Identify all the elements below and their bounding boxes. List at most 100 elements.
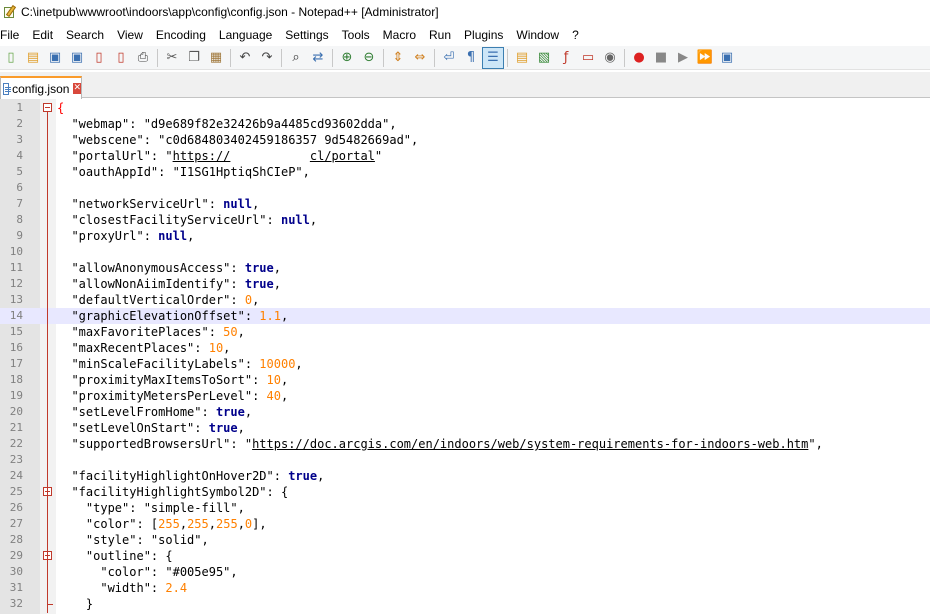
line-number: 12 — [9, 277, 23, 290]
menu-search[interactable]: Search — [64, 28, 110, 42]
code-line[interactable]: 15 "maxFavoritePlaces": 50, — [0, 324, 930, 340]
menu-bar: File Edit Search View Encoding Language Settin… — [0, 25, 930, 45]
code-line[interactable]: 30 "color": "#005e95", — [0, 564, 930, 580]
open-file-button[interactable]: ▤ — [22, 47, 44, 69]
save-all-icon: ▣ — [70, 49, 84, 65]
line-number: 14 — [9, 309, 23, 322]
indent-guide-button[interactable]: ☰ — [482, 46, 504, 69]
print-button[interactable]: ⎙ — [132, 47, 154, 69]
code-line[interactable]: 26 "type": "simple-fill", — [0, 500, 930, 516]
code-text: "proxyUrl": null, — [57, 229, 195, 243]
code-line[interactable]: 1{ — [0, 100, 930, 116]
line-number: 8 — [16, 213, 23, 226]
cut-button[interactable]: ✂ — [161, 47, 183, 69]
undo-button[interactable]: ↶ — [234, 47, 256, 69]
code-line[interactable]: 13 "defaultVerticalOrder": 0, — [0, 292, 930, 308]
close-tab-icon[interactable]: ✕ — [73, 83, 81, 94]
code-line[interactable]: 7 "networkServiceUrl": null, — [0, 196, 930, 212]
close-icon: ▯ — [95, 49, 103, 65]
save-macro-button[interactable]: ▣ — [716, 47, 738, 69]
close-all-icon: ▯ — [117, 49, 125, 65]
user-language-button[interactable]: ▤ — [511, 47, 533, 69]
close-button[interactable]: ▯ — [88, 47, 110, 69]
editor-area[interactable]: 1{2 "webmap": "d9e689f82e32426b9a4485cd9… — [0, 99, 930, 614]
replace-button[interactable]: ⇄ — [307, 47, 329, 69]
copy-button[interactable]: ❐ — [183, 47, 205, 69]
code-text: "outline": { — [57, 549, 173, 563]
code-line[interactable]: 12 "allowNonAiimIdentify": true, — [0, 276, 930, 292]
fold-toggle-icon[interactable] — [43, 103, 52, 112]
doc-map-button[interactable]: ▧ — [533, 47, 555, 69]
code-line[interactable]: 21 "setLevelOnStart": true, — [0, 420, 930, 436]
print-icon: ⎙ — [137, 49, 149, 65]
code-line[interactable]: 14 "graphicElevationOffset": 1.1, — [0, 308, 930, 324]
word-wrap-button[interactable]: ⏎ — [438, 47, 460, 69]
code-line[interactable]: 5 "oauthAppId": "I1SG1HptiqShCIeP", — [0, 164, 930, 180]
code-line[interactable]: 8 "closestFacilityServiceUrl": null, — [0, 212, 930, 228]
play-macro-icon: ▶ — [678, 49, 688, 65]
redo-icon: ↷ — [261, 49, 273, 65]
sync-vertical-button[interactable]: ⇕ — [387, 47, 409, 69]
menu-tools[interactable]: Tools — [340, 28, 376, 42]
zoom-in-button[interactable]: ⊕ — [336, 47, 358, 69]
new-file-button[interactable]: ▯ — [0, 47, 22, 69]
zoom-out-button[interactable]: ⊖ — [358, 47, 380, 69]
menu-help[interactable]: ? — [570, 28, 585, 42]
monitoring-button[interactable]: ◉ — [599, 47, 621, 69]
toolbar-separator — [434, 48, 435, 67]
function-list-button[interactable]: ƒ — [555, 47, 577, 69]
line-number: 20 — [9, 405, 23, 418]
menu-encoding[interactable]: Encoding — [154, 28, 212, 42]
play-macro-button[interactable]: ▶ — [672, 47, 694, 69]
tab-config-json[interactable]: config.json ✕ — [0, 76, 82, 99]
find-button[interactable]: ⌕ — [285, 47, 307, 69]
code-line[interactable]: 25 "facilityHighlightSymbol2D": { — [0, 484, 930, 500]
code-line[interactable]: 3 "webscene": "c0d684803402459186357 9d5… — [0, 132, 930, 148]
menu-file[interactable]: File — [0, 28, 25, 42]
menu-run[interactable]: Run — [427, 28, 457, 42]
code-line[interactable]: 16 "maxRecentPlaces": 10, — [0, 340, 930, 356]
record-macro-button[interactable]: ● — [628, 47, 650, 69]
code-line[interactable]: 11 "allowAnonymousAccess": true, — [0, 260, 930, 276]
code-line[interactable]: 4 "portalUrl": "https:// cl/portal" — [0, 148, 930, 164]
menu-language[interactable]: Language — [217, 28, 278, 42]
save-button[interactable]: ▣ — [44, 47, 66, 69]
code-line[interactable]: 28 "style": "solid", — [0, 532, 930, 548]
code-line[interactable]: 23 — [0, 452, 930, 468]
line-number: 9 — [16, 229, 23, 242]
paste-button[interactable]: ▦ — [205, 47, 227, 69]
menu-window[interactable]: Window — [514, 28, 565, 42]
redo-button[interactable]: ↷ — [256, 47, 278, 69]
menu-macro[interactable]: Macro — [381, 28, 422, 42]
menu-view[interactable]: View — [115, 28, 149, 42]
menu-edit[interactable]: Edit — [30, 28, 59, 42]
show-all-chars-button[interactable]: ¶ — [460, 47, 482, 69]
code-line[interactable]: 31 "width": 2.4 — [0, 580, 930, 596]
code-line[interactable]: 10 — [0, 244, 930, 260]
code-line[interactable]: 20 "setLevelFromHome": true, — [0, 404, 930, 420]
code-line[interactable]: 29 "outline": { — [0, 548, 930, 564]
menu-settings[interactable]: Settings — [283, 28, 334, 42]
code-line[interactable]: 32 } — [0, 596, 930, 612]
code-line[interactable]: 17 "minScaleFacilityLabels": 10000, — [0, 356, 930, 372]
code-text: "facilityHighlightSymbol2D": { — [57, 485, 289, 499]
folder-workspace-button[interactable]: ▭ — [577, 47, 599, 69]
menu-plugins[interactable]: Plugins — [462, 28, 509, 42]
code-line[interactable]: 24 "facilityHighlightOnHover2D": true, — [0, 468, 930, 484]
code-line[interactable]: 27 "color": [255,255,255,0], — [0, 516, 930, 532]
toolbar-separator — [507, 48, 508, 67]
save-all-button[interactable]: ▣ — [66, 47, 88, 69]
code-line[interactable]: 2 "webmap": "d9e689f82e32426b9a4485cd936… — [0, 116, 930, 132]
code-line[interactable]: 9 "proxyUrl": null, — [0, 228, 930, 244]
zoom-in-icon: ⊕ — [341, 49, 353, 65]
stop-record-button[interactable]: ■ — [650, 47, 672, 69]
code-line[interactable]: 6 — [0, 180, 930, 196]
code-text: "allowAnonymousAccess": true, — [57, 261, 281, 275]
code-line[interactable]: 18 "proximityMaxItemsToSort": 10, — [0, 372, 930, 388]
code-line[interactable]: 22 "supportedBrowsersUrl": "https://doc.… — [0, 436, 930, 452]
sync-horizontal-button[interactable]: ⇔ — [409, 47, 431, 69]
code-line[interactable]: 19 "proximityMetersPerLevel": 40, — [0, 388, 930, 404]
close-all-button[interactable]: ▯ — [110, 47, 132, 69]
run-macro-multiple-button[interactable]: ⏩ — [694, 47, 716, 69]
code-text: "graphicElevationOffset": 1.1, — [57, 309, 289, 323]
